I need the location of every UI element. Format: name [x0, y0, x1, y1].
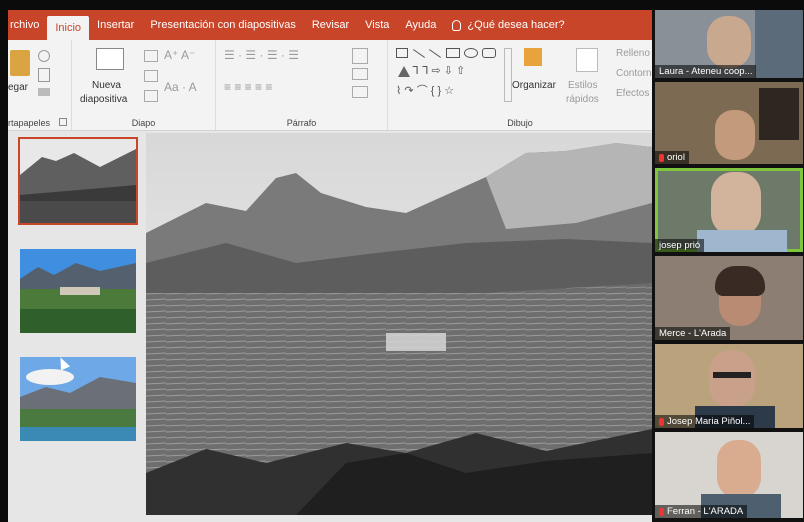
powerpoint-window: rchivo Inicio Insertar Presentación con …: [8, 10, 652, 522]
text-direction-icon[interactable]: [352, 48, 368, 64]
cabinet-background: [759, 88, 799, 140]
text-shadow-icon[interactable]: Aa · A: [164, 80, 197, 94]
slide-editor: [146, 131, 652, 522]
rounded-rect-shape-icon[interactable]: [482, 48, 496, 58]
avatar: [711, 172, 761, 236]
participant-tile[interactable]: oriol: [655, 82, 803, 164]
slide-1-photo: [20, 139, 136, 223]
clipboard-group: egar rtapapeles: [8, 40, 72, 130]
textbox-shape-icon[interactable]: [396, 48, 408, 58]
avatar: [707, 16, 751, 68]
slide-thumbnail-3[interactable]: [18, 355, 138, 443]
participant-name: Merce - L'Arada: [655, 327, 731, 340]
new-slide-label-1[interactable]: Nueva: [92, 80, 121, 91]
hair: [715, 266, 765, 296]
muted-mic-icon: [659, 507, 664, 516]
participant-name: Laura - Ateneu coop...: [655, 65, 757, 78]
slide-thumbnail-1[interactable]: [18, 137, 138, 225]
curves-shape-icons[interactable]: ⌇ ↷ ⌒ { } ☆: [396, 82, 454, 98]
align-icons[interactable]: ≡ ≡ ≡ ≡ ≡: [224, 80, 272, 94]
tab-vista[interactable]: Vista: [357, 10, 397, 40]
participant-name: josep prió: [655, 239, 705, 252]
paste-icon[interactable]: [10, 50, 30, 76]
bookshelf-background: [755, 10, 803, 78]
muted-mic-icon: [659, 417, 664, 426]
avatar: [715, 110, 755, 160]
paragraph-label: Párrafo: [286, 118, 317, 128]
participant-tile[interactable]: Laura - Ateneu coop...: [655, 10, 803, 78]
smartart-icon[interactable]: [352, 86, 368, 98]
quick-styles-label-2[interactable]: rápidos: [566, 94, 599, 105]
oval-shape-icon[interactable]: [464, 48, 478, 58]
lightbulb-icon: [452, 19, 462, 31]
bullets-icon[interactable]: ☰ · ☰ · ☰ · ☰: [224, 48, 299, 62]
quick-styles-icon[interactable]: [576, 48, 598, 72]
participant-tile[interactable]: Ferran - L'ARADA: [655, 432, 803, 518]
shape-effects-button[interactable]: Efectos: [616, 88, 649, 99]
arrows-shape-icons[interactable]: ᒣ ᒣ ⇨ ⇩ ⇧: [412, 64, 465, 77]
participant-tile[interactable]: Merce - L'Arada: [655, 256, 803, 340]
ribbon-tabs: rchivo Inicio Insertar Presentación con …: [8, 10, 652, 40]
font-grow-icon[interactable]: A⁺ A⁻: [164, 48, 195, 62]
tab-archivo[interactable]: rchivo: [8, 10, 47, 40]
tell-me-text: ¿Qué desea hacer?: [467, 19, 565, 31]
layout-icon[interactable]: [144, 50, 158, 62]
avatar: [717, 440, 761, 498]
section-icon[interactable]: [144, 90, 158, 102]
tell-me-box[interactable]: ¿Qué desea hacer?: [444, 10, 572, 40]
drawing-label: Dibujo: [507, 118, 533, 128]
screen-top-bar: [0, 0, 804, 10]
ribbon: egar rtapapeles Nueva diapositiva A⁺ A⁻ …: [8, 40, 652, 131]
line-shape-icon-2[interactable]: [428, 49, 442, 58]
participant-tile[interactable]: Josep Maria Piñol...: [655, 344, 803, 428]
triangle-shape-icon[interactable]: [398, 66, 410, 77]
participant-name: oriol: [655, 151, 689, 164]
tab-presentacion[interactable]: Presentación con diapositivas: [142, 10, 304, 40]
slide-2-photo: [20, 249, 136, 333]
drawing-group: ᒣ ᒣ ⇨ ⇩ ⇧ ⌇ ↷ ⌒ { } ☆ Organizar Estilos …: [388, 40, 652, 130]
line-shape-icon[interactable]: [412, 49, 426, 58]
tab-inicio[interactable]: Inicio: [47, 16, 90, 40]
tab-ayuda[interactable]: Ayuda: [397, 10, 444, 40]
tab-insertar[interactable]: Insertar: [89, 10, 142, 40]
participant-name: Josep Maria Piñol...: [655, 415, 755, 428]
arrange-button[interactable]: Organizar: [512, 80, 556, 91]
slides-label: Diapo: [131, 118, 156, 128]
participant-name: Ferran - L'ARADA: [655, 505, 748, 518]
align-text-icon[interactable]: [352, 68, 368, 80]
cut-icon[interactable]: [38, 50, 50, 62]
glasses: [713, 372, 751, 378]
shape-fill-button[interactable]: Relleno: [616, 48, 650, 59]
participant-tile-active-speaker[interactable]: josep prió: [655, 168, 803, 252]
avatar: [709, 350, 755, 408]
reset-icon[interactable]: [144, 70, 158, 82]
slide-thumbnails-pane: [8, 131, 146, 522]
format-painter-icon[interactable]: [38, 88, 50, 96]
muted-mic-icon: [659, 153, 664, 162]
slides-group: Nueva diapositiva A⁺ A⁻ Aa · A Diapo: [72, 40, 216, 130]
paste-button[interactable]: egar: [8, 82, 28, 93]
shapes-gallery[interactable]: ᒣ ᒣ ⇨ ⇩ ⇧ ⌇ ↷ ⌒ { } ☆: [394, 46, 502, 102]
current-slide[interactable]: [146, 133, 652, 515]
arrange-icon[interactable]: [524, 48, 542, 66]
slide-thumbnail-2[interactable]: [18, 247, 138, 335]
shapes-scroll-icon[interactable]: [504, 48, 512, 102]
rectangle-shape-icon[interactable]: [446, 48, 460, 58]
video-call-gallery: Laura - Ateneu coop... oriol josep prió …: [652, 10, 804, 522]
tab-revisar[interactable]: Revisar: [304, 10, 357, 40]
shirt: [697, 230, 787, 252]
slide-3-photo: [20, 357, 136, 441]
clipboard-launcher-icon[interactable]: [59, 118, 67, 126]
shape-outline-button[interactable]: Contorno: [616, 68, 652, 79]
new-slide-label-2[interactable]: diapositiva: [80, 94, 127, 105]
paragraph-group: ☰ · ☰ · ☰ · ☰ ≡ ≡ ≡ ≡ ≡ Párrafo: [216, 40, 388, 130]
new-slide-icon[interactable]: [96, 48, 124, 70]
slide-photo-mountain-village: [146, 133, 652, 515]
copy-icon[interactable]: [38, 68, 50, 82]
quick-styles-label-1[interactable]: Estilos: [568, 80, 597, 91]
